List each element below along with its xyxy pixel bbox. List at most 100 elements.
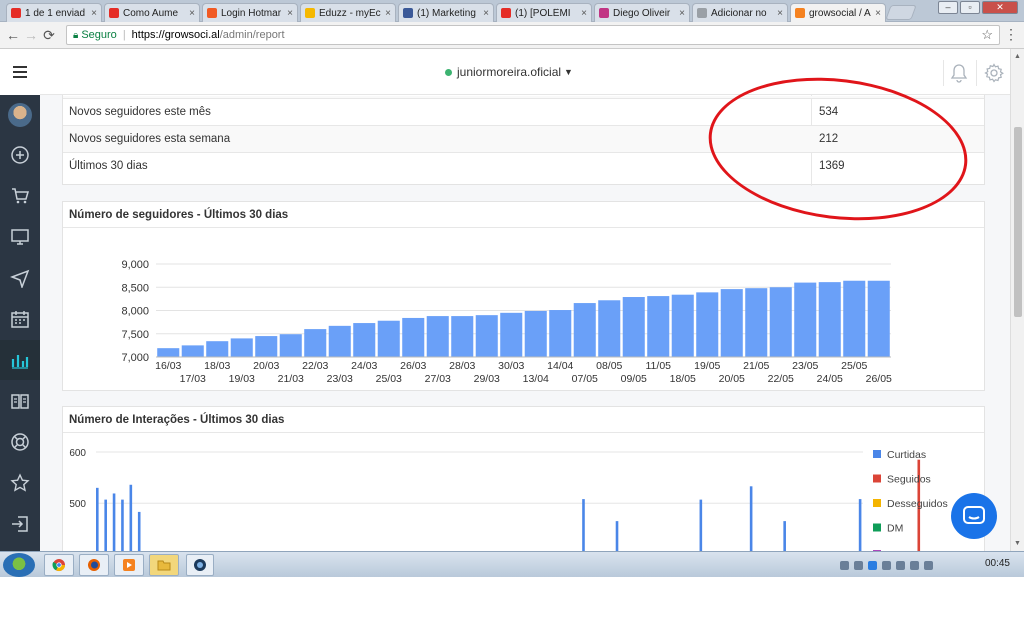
scroll-up-arrow[interactable]: ▲	[1014, 53, 1021, 60]
minimize-button[interactable]: –	[938, 1, 958, 14]
chrome-menu-icon[interactable]: ⋮	[1004, 26, 1018, 43]
x-tick-label: 24/03	[351, 360, 377, 372]
tab-close-icon[interactable]: ×	[875, 8, 881, 19]
tab-close-icon[interactable]: ×	[287, 8, 293, 19]
y-tick-label: 600	[69, 448, 86, 459]
browser-tab[interactable]: 1 de 1 enviad ×	[6, 3, 102, 22]
notifications-button[interactable]	[943, 60, 973, 86]
legend-swatch	[873, 523, 881, 532]
browser-tab[interactable]: Diego Oliveir ×	[594, 3, 690, 22]
sidebar-item-help[interactable]	[0, 422, 40, 462]
scroll-down-arrow[interactable]: ▼	[1014, 540, 1021, 547]
lock-icon: 🔒︎	[73, 29, 79, 41]
tray-icon[interactable]	[840, 560, 849, 570]
x-tick-label: 27/03	[425, 373, 451, 385]
taskbar-explorer[interactable]	[149, 554, 179, 576]
paper-plane-icon	[10, 269, 30, 288]
tray-icon[interactable]	[854, 560, 863, 570]
browser-tab[interactable]: (1) [POLÊMI ×	[496, 3, 592, 22]
support-chat-button[interactable]	[951, 493, 997, 539]
scrollbar-thumb[interactable]	[1014, 127, 1022, 317]
battery-icon[interactable]	[896, 560, 905, 570]
account-username: juniormoreira.oficial	[457, 65, 562, 79]
x-tick-label: 07/05	[572, 373, 598, 385]
y-tick-label: 8,500	[121, 282, 149, 294]
tab-close-icon[interactable]: ×	[581, 8, 587, 19]
sidebar-item-book[interactable]	[0, 381, 40, 421]
tray-icon[interactable]	[882, 560, 891, 570]
tab-close-icon[interactable]: ×	[385, 8, 391, 19]
browser-tab[interactable]: (1) Marketing ×	[398, 3, 494, 22]
taskbar-app[interactable]	[186, 554, 214, 576]
follower-bar	[622, 297, 645, 357]
forward-button[interactable]: →	[22, 27, 40, 43]
window-controls: – ▫ ✕	[938, 1, 1018, 15]
follower-bar	[843, 280, 866, 357]
browser-tab-strip: – ▫ ✕ 1 de 1 enviad × Como Aume × Login Hotm…	[0, 0, 1024, 22]
tab-favicon-icon	[599, 8, 609, 18]
close-window-button[interactable]: ✕	[982, 1, 1018, 14]
sidebar-item-send[interactable]	[0, 258, 40, 298]
x-tick-label: 18/03	[204, 360, 230, 372]
browser-tab[interactable]: Eduzz - myEc ×	[300, 3, 396, 22]
browser-tab[interactable]: Adicionar no ×	[692, 3, 788, 22]
sidebar-item-add[interactable]	[0, 135, 40, 175]
x-tick-label: 08/05	[596, 360, 622, 372]
network-icon[interactable]	[910, 560, 919, 570]
sidebar-item-cart[interactable]	[0, 176, 40, 216]
taskbar-media-player[interactable]	[114, 554, 144, 576]
start-button[interactable]	[3, 553, 35, 577]
browser-tab[interactable]: growsocial / A ×	[790, 3, 886, 22]
sidebar-item-monitor[interactable]	[0, 217, 40, 257]
x-tick-label: 14/04	[547, 360, 573, 372]
tab-favicon-icon	[795, 8, 805, 18]
online-status-dot	[445, 68, 452, 76]
globe-icon	[194, 559, 206, 571]
lifebuoy-icon	[11, 433, 29, 451]
x-tick-label: 23/03	[327, 373, 353, 385]
back-button[interactable]: ←	[4, 27, 22, 43]
sidebar-item-reports[interactable]	[0, 340, 40, 380]
follower-bar	[377, 320, 400, 357]
tab-close-icon[interactable]: ×	[91, 8, 97, 19]
settings-button[interactable]	[976, 60, 1010, 86]
curtidas-bar	[137, 511, 141, 551]
x-tick-label: 13/04	[523, 373, 549, 385]
tab-close-icon[interactable]: ×	[679, 8, 685, 19]
maximize-button[interactable]: ▫	[960, 1, 980, 14]
tab-close-icon[interactable]: ×	[777, 8, 783, 19]
reload-button[interactable]: ⟳	[40, 27, 58, 44]
legend-label: Seguidos	[887, 474, 931, 486]
sidebar-item-calendar[interactable]	[0, 299, 40, 339]
tab-close-icon[interactable]: ×	[189, 8, 195, 19]
account-switcher[interactable]: juniormoreira.oficial ▼	[445, 65, 573, 79]
dropbox-icon[interactable]	[868, 560, 877, 570]
url-input[interactable]: 🔒︎ Seguro | https://growsoci.al/admin/re…	[66, 25, 1000, 45]
x-tick-label: 22/05	[768, 373, 794, 385]
url-path: /admin/report	[219, 29, 285, 41]
tab-label: Eduzz - myEc	[319, 7, 381, 19]
sidebar-item-logout[interactable]	[0, 504, 40, 544]
curtidas-bar	[699, 499, 703, 551]
os-taskbar: 00:45	[0, 551, 1024, 577]
sidebar-item-profile[interactable]	[0, 95, 40, 135]
sidebar-item-favorites[interactable]	[0, 463, 40, 503]
volume-icon[interactable]	[924, 560, 933, 570]
bookmark-star-icon[interactable]: ☆	[981, 27, 993, 43]
menu-toggle-icon[interactable]	[0, 49, 40, 95]
tab-close-icon[interactable]: ×	[483, 8, 489, 19]
taskbar-chrome[interactable]	[44, 554, 74, 576]
follower-bar	[696, 292, 719, 357]
browser-tab[interactable]: Como Aume ×	[104, 3, 200, 22]
x-tick-label: 26/03	[400, 360, 426, 372]
star-icon	[10, 473, 30, 492]
follower-bar	[328, 325, 351, 357]
taskbar-firefox[interactable]	[79, 554, 109, 576]
browser-tab[interactable]: Login Hotmar ×	[202, 3, 298, 22]
follower-bar	[524, 310, 547, 357]
page-scrollbar[interactable]: ▲ ▼	[1010, 49, 1024, 551]
tab-favicon-icon	[207, 8, 217, 18]
follower-bar	[353, 323, 376, 357]
new-tab-button[interactable]	[885, 5, 917, 20]
stat-label: Novos seguidores esta semana	[69, 133, 231, 145]
